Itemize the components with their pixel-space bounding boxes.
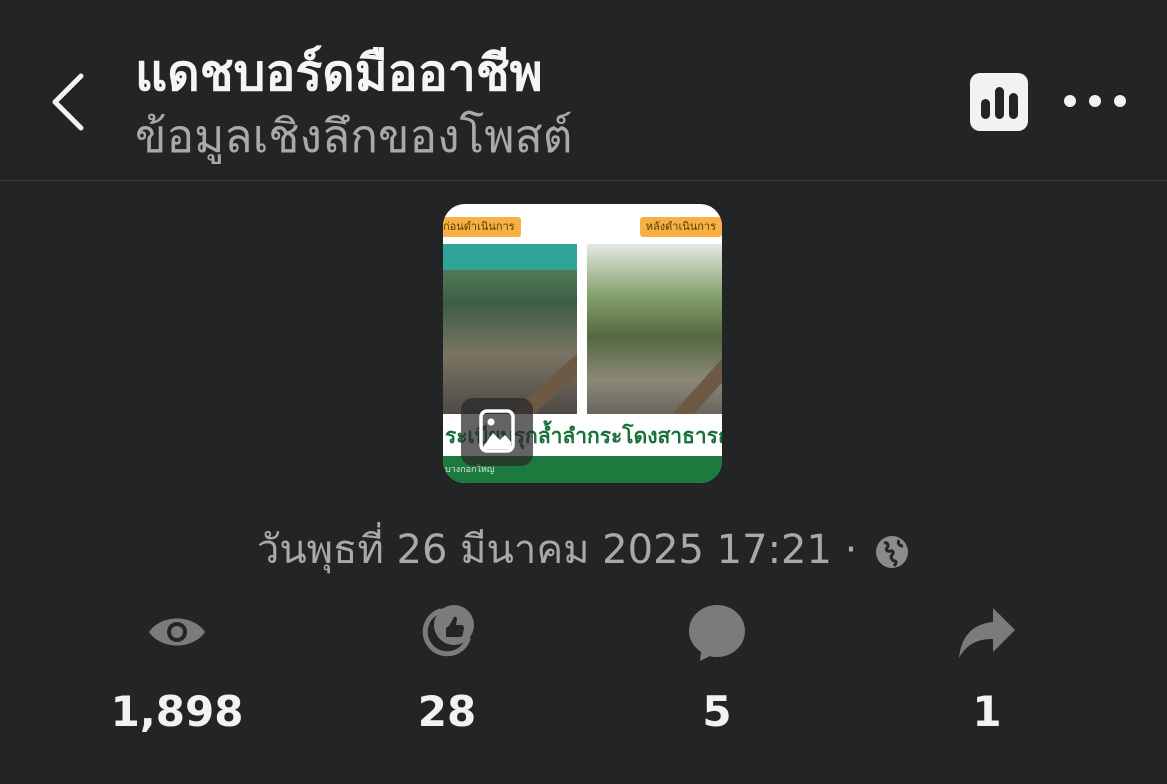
reaction-icon <box>422 605 474 657</box>
page-title: แดชบอร์ดมืออาชีพ <box>135 44 543 102</box>
after-tag: หลังดำเนินการ <box>639 217 722 237</box>
shares-stat[interactable]: 1 <box>907 600 1067 738</box>
header: แดชบอร์ดมืออาชีพ ข้อมูลเชิงลึกของโพสต์ <box>0 0 1167 181</box>
tree-trunk <box>659 287 722 414</box>
awning <box>443 244 577 270</box>
post-date: วันพุธที่ 26 มีนาคม 2025 17:21 · <box>0 522 1167 578</box>
comments-count: 5 <box>702 687 732 736</box>
chevron-left-icon <box>52 73 84 131</box>
bar-chart-icon-bar <box>994 87 1004 119</box>
reactions-count: 28 <box>417 687 477 736</box>
globe-icon <box>876 536 909 568</box>
after-photo <box>587 244 722 414</box>
gallery-badge[interactable] <box>461 398 533 466</box>
eye-icon <box>149 618 205 646</box>
post-date-text: วันพุธที่ 26 มีนาคม 2025 17:21 · <box>256 527 858 573</box>
comments-stat[interactable]: 5 <box>637 600 797 738</box>
more-dots-icon <box>1064 95 1076 107</box>
insights-button[interactable] <box>970 73 1028 131</box>
views-stat[interactable]: 1,898 <box>97 600 257 738</box>
page-subtitle: ข้อมูลเชิงลึกของโพสต์ <box>135 109 573 163</box>
back-button[interactable] <box>40 66 96 138</box>
more-dot <box>1089 95 1101 107</box>
comment-icon <box>689 605 745 661</box>
share-icon <box>959 608 1015 658</box>
before-photo <box>443 244 577 414</box>
post-thumbnail[interactable]: ก่อนดำเนินการ หลังดำเนินการ ระเบียบรุกล้… <box>443 204 722 483</box>
bar-chart-icon <box>980 99 990 119</box>
views-count: 1,898 <box>110 687 244 736</box>
tree-trunk <box>505 290 577 414</box>
shares-count: 1 <box>972 687 1002 736</box>
bar-chart-icon-bar <box>1008 93 1018 119</box>
more-options-button[interactable] <box>1060 86 1130 116</box>
before-tag: ก่อนดำเนินการ <box>443 217 521 237</box>
more-dot <box>1114 95 1126 107</box>
reactions-stat[interactable]: 28 <box>367 600 527 738</box>
image-gallery-icon <box>479 409 515 453</box>
